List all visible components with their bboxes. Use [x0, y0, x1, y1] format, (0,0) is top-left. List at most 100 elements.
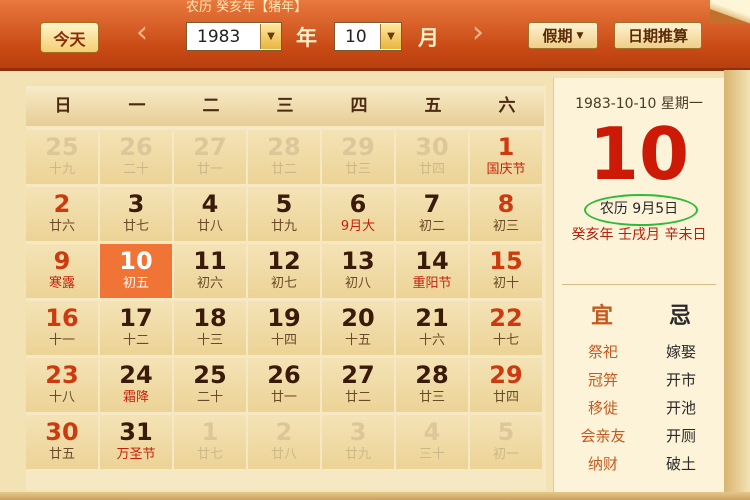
day-cell[interactable]: 14 重阳节 [396, 244, 468, 298]
day-cell[interactable]: 3 廿七 [100, 187, 172, 241]
lunar-day-label: 十五 [344, 333, 371, 348]
day-cell[interactable]: 4 廿八 [174, 187, 246, 241]
day-number: 27 [341, 361, 375, 389]
lunar-day-label: 廿四 [418, 162, 445, 177]
lunar-day-label: 初八 [344, 276, 371, 291]
day-cell[interactable]: 4 三十 [396, 415, 468, 469]
day-cell[interactable]: 20 十五 [322, 301, 394, 355]
holiday-dropdown-button[interactable]: 假期 ▼ [528, 22, 598, 49]
day-cell[interactable]: 9 寒露 [26, 244, 98, 298]
day-cell-today[interactable]: 10 初五 [100, 244, 172, 298]
month-unit-label: 月 [418, 26, 439, 50]
weekday-label: 三 [276, 96, 294, 116]
lunar-day-label: 万圣节 [116, 447, 156, 462]
day-number: 30 [415, 133, 449, 161]
day-cell[interactable]: 26 二十 [100, 130, 172, 184]
day-number: 4 [423, 418, 441, 446]
lunar-day-label: 廿一 [270, 390, 297, 405]
suitable-list: 祭祀 冠笄 移徙 会亲友 纳财 [568, 338, 638, 478]
day-cell[interactable]: 2 廿八 [248, 415, 320, 469]
day-cell[interactable]: 29 廿三 [322, 130, 394, 184]
day-number: 11 [193, 247, 227, 275]
day-number: 5 [497, 418, 515, 446]
day-cell[interactable]: 31 万圣节 [100, 415, 172, 469]
lunar-day-label: 寒露 [48, 276, 75, 291]
day-cell[interactable]: 16 十一 [26, 301, 98, 355]
day-cell[interactable]: 17 十二 [100, 301, 172, 355]
day-number: 13 [341, 247, 375, 275]
lunar-day-label: 廿二 [344, 390, 371, 405]
day-cell[interactable]: 19 十四 [248, 301, 320, 355]
lunar-day-label: 十六 [418, 333, 445, 348]
lunar-day-label: 初七 [270, 276, 297, 291]
day-cell[interactable]: 8 初三 [470, 187, 542, 241]
day-cell[interactable]: 6 9月大 [322, 187, 394, 241]
chevron-down-icon[interactable]: ▼ [380, 24, 401, 49]
lunar-day-label: 初一 [492, 447, 519, 462]
day-cell[interactable]: 21 十六 [396, 301, 468, 355]
suitable-title: 宜 [590, 304, 613, 329]
weekday-label: 一 [128, 96, 146, 116]
prev-month-icon[interactable]: ‹ [136, 18, 148, 48]
day-cell[interactable]: 12 初七 [248, 244, 320, 298]
day-cell[interactable]: 23 十八 [26, 358, 98, 412]
day-cell[interactable]: 30 廿四 [396, 130, 468, 184]
day-cell[interactable]: 13 初八 [322, 244, 394, 298]
day-cell[interactable]: 28 廿二 [248, 130, 320, 184]
weekday-label: 二 [202, 96, 220, 116]
month-select[interactable]: 10 ▼ [334, 22, 402, 51]
lunar-day-label: 国庆节 [486, 162, 526, 177]
date-calc-button[interactable]: 日期推算 [614, 22, 702, 49]
day-cell[interactable]: 30 廿五 [26, 415, 98, 469]
today-button[interactable]: 今天 [40, 22, 99, 53]
suitable-item: 会亲友 [580, 427, 626, 445]
lunar-day-label: 霜降 [122, 390, 149, 405]
day-cell[interactable]: 2 廿六 [26, 187, 98, 241]
day-cell[interactable]: 28 廿三 [396, 358, 468, 412]
day-cell[interactable]: 24 霜降 [100, 358, 172, 412]
calendar-header: 农历 癸亥年【猪年】 今天 ‹ 1983 ▼ 年 10 ▼ 月 › 假期 ▼ 日… [0, 0, 750, 71]
day-number: 3 [127, 190, 145, 218]
day-cell[interactable]: 1 国庆节 [470, 130, 542, 184]
lunar-day-label: 二十 [122, 162, 149, 177]
lunar-day-label: 廿九 [344, 447, 371, 462]
day-cell[interactable]: 27 廿二 [322, 358, 394, 412]
day-number: 20 [341, 304, 375, 332]
page-curl-decoration [710, 0, 750, 24]
day-cell[interactable]: 27 廿一 [174, 130, 246, 184]
day-cell[interactable]: 25 十九 [26, 130, 98, 184]
day-number: 3 [349, 418, 367, 446]
suitable-item: 冠笄 [587, 371, 618, 389]
day-number: 27 [193, 133, 227, 161]
chevron-down-icon[interactable]: ▼ [260, 24, 281, 49]
day-cell[interactable]: 3 廿九 [322, 415, 394, 469]
day-cell[interactable]: 1 廿七 [174, 415, 246, 469]
day-cell[interactable]: 15 初十 [470, 244, 542, 298]
year-value: 1983 [197, 26, 241, 47]
day-number: 28 [415, 361, 449, 389]
day-cell[interactable]: 11 初六 [174, 244, 246, 298]
avoid-item: 开市 [665, 371, 696, 389]
weekday-label: 六 [498, 96, 516, 116]
day-number: 25 [193, 361, 227, 389]
day-number: 6 [349, 190, 367, 218]
lunar-day-label: 十九 [48, 162, 75, 177]
lunar-day-label: 初三 [492, 219, 519, 234]
day-cell[interactable]: 29 廿四 [470, 358, 542, 412]
day-cell[interactable]: 18 十三 [174, 301, 246, 355]
weekday-label: 四 [350, 96, 368, 116]
day-number: 19 [267, 304, 301, 332]
day-cell[interactable]: 22 十七 [470, 301, 542, 355]
year-select[interactable]: 1983 ▼ [186, 22, 282, 51]
day-cell[interactable]: 7 初二 [396, 187, 468, 241]
lunar-day-label: 十七 [492, 333, 519, 348]
day-cells: 25 十九 26 二十 27 廿一 28 廿二 29 廿三 30 廿四 1 国庆节 2 廿六 3 廿七 4 廿八 5 廿九… [26, 130, 546, 469]
selected-date-line: 1983-10-10 星期一 [575, 96, 703, 112]
next-month-icon[interactable]: › [472, 18, 484, 48]
lunar-day-label: 廿二 [270, 162, 297, 177]
day-cell[interactable]: 26 廿一 [248, 358, 320, 412]
day-cell[interactable]: 25 二十 [174, 358, 246, 412]
lunar-day-label: 初十 [492, 276, 519, 291]
day-cell[interactable]: 5 初一 [470, 415, 542, 469]
day-cell[interactable]: 5 廿九 [248, 187, 320, 241]
